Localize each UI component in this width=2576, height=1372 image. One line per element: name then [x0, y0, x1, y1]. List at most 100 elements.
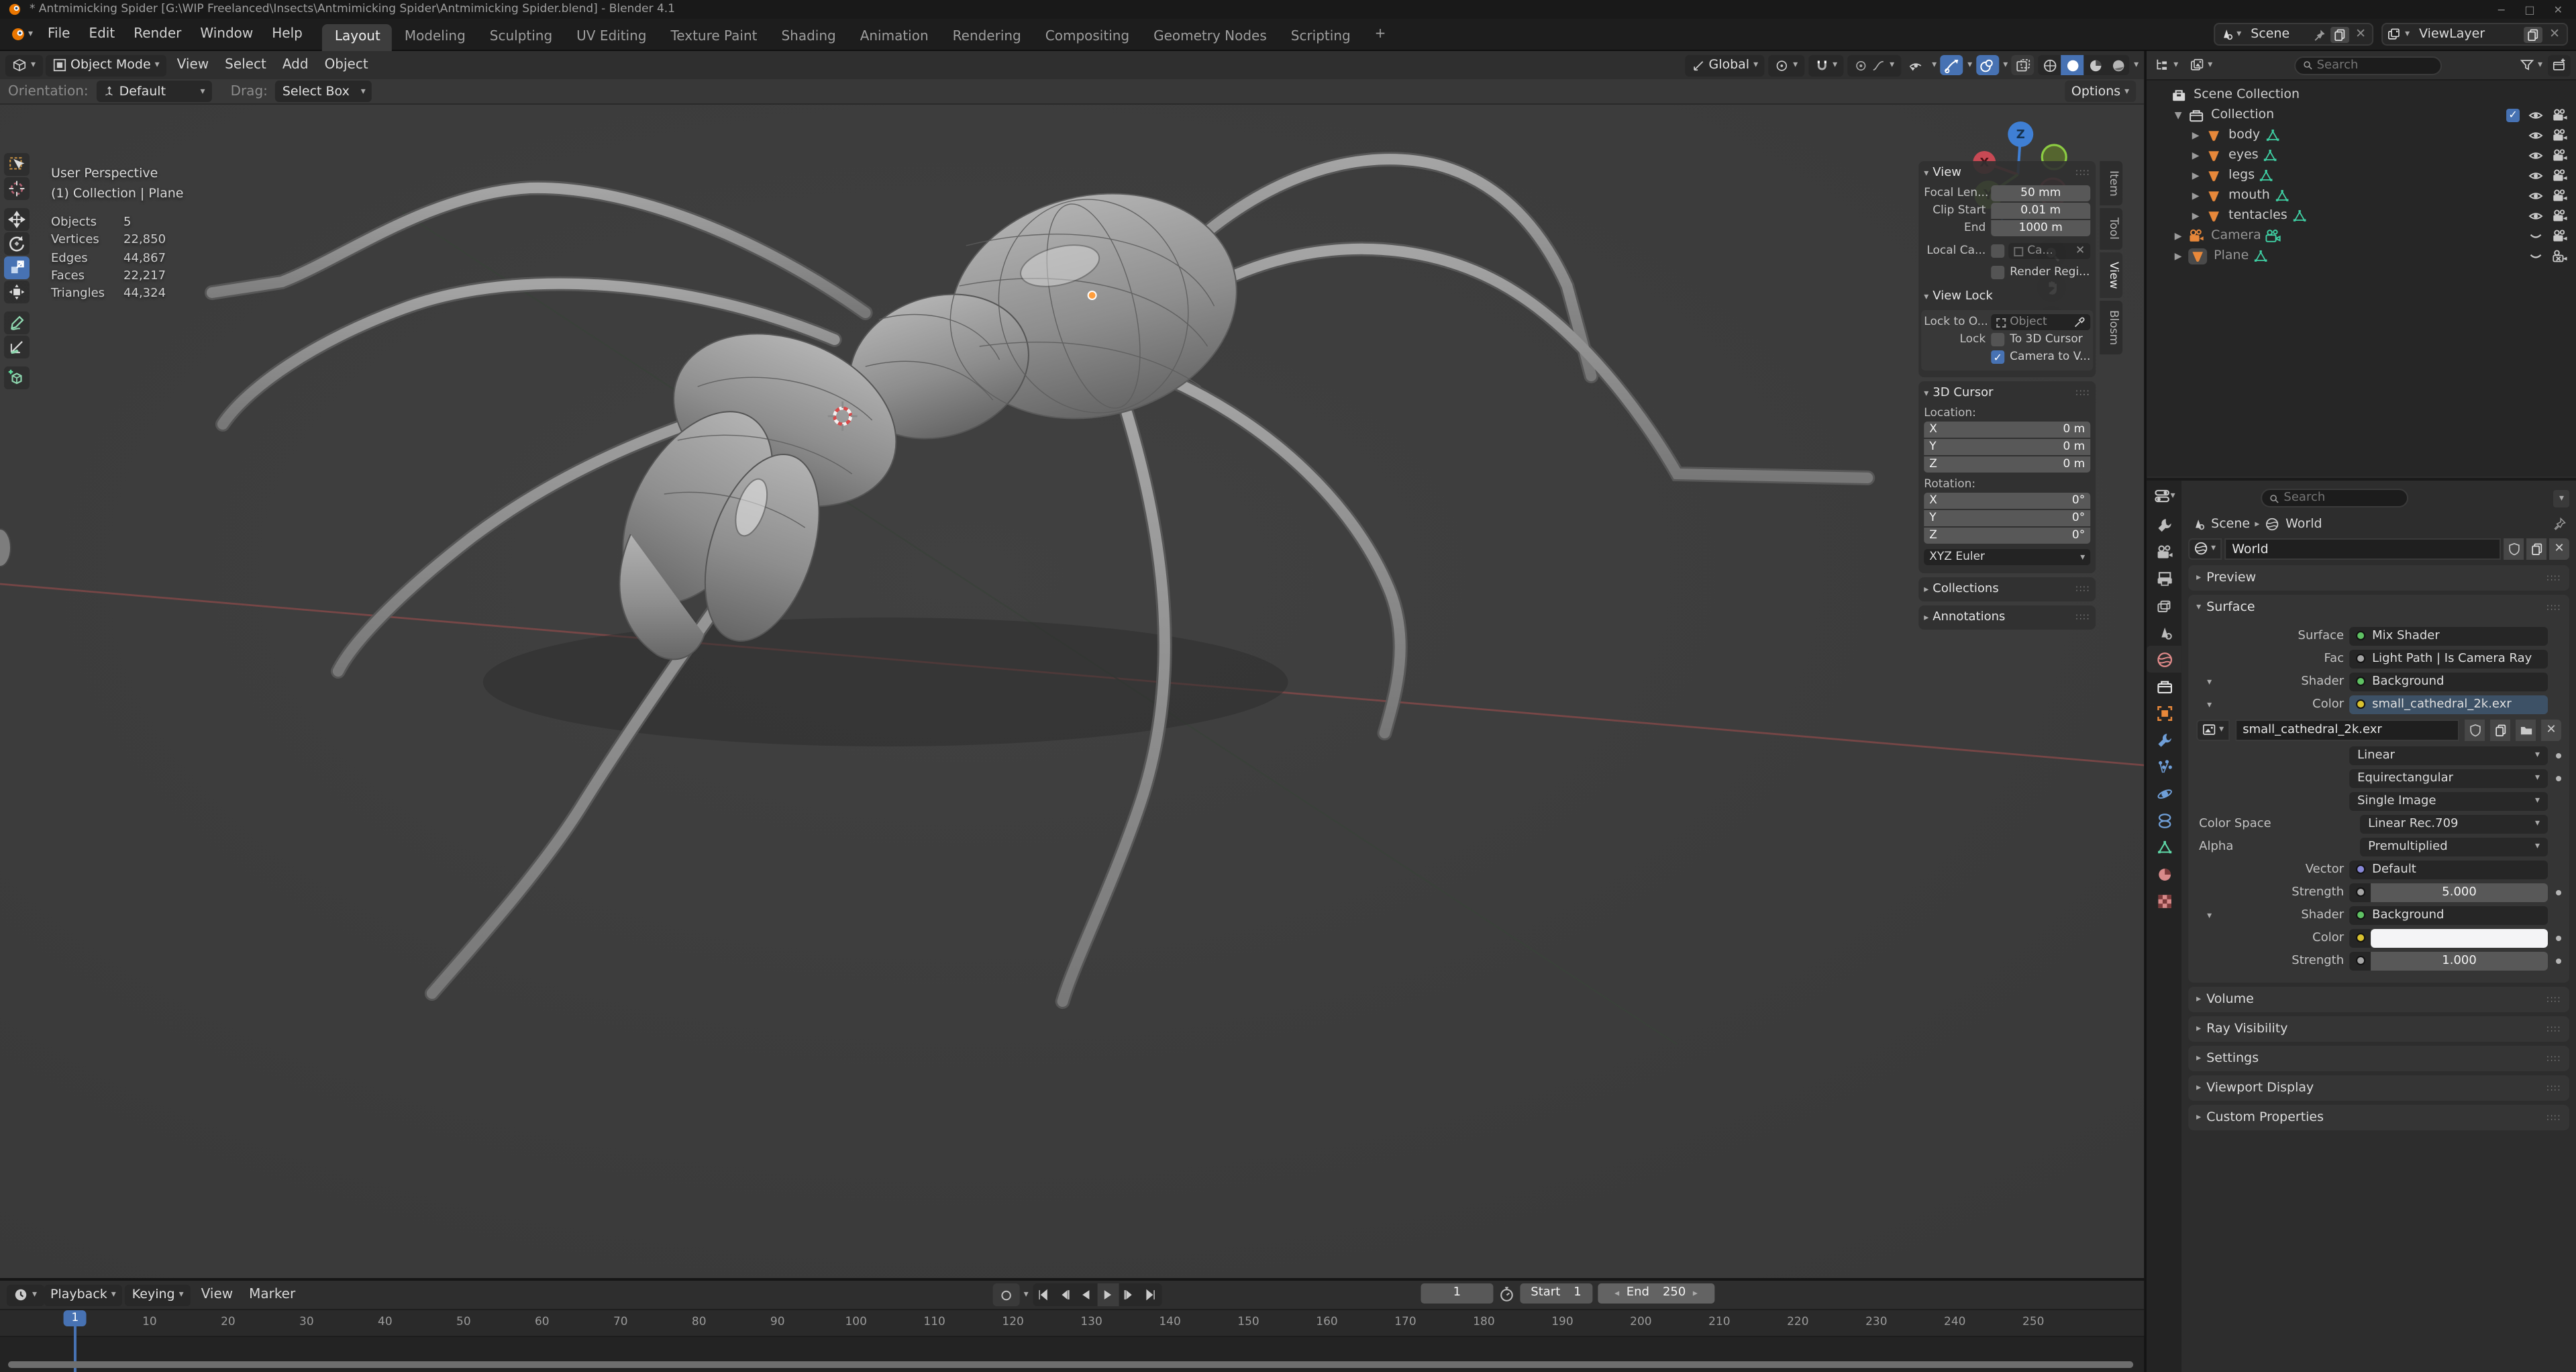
workspace-tab-animation[interactable]: Animation	[848, 23, 941, 50]
cursor-rotation-x-field[interactable]: X0°	[1924, 493, 2090, 509]
properties-tab-physics[interactable]	[2147, 780, 2181, 807]
render-visibility-icon[interactable]	[2552, 187, 2568, 203]
render-visibility-icon[interactable]	[2552, 167, 2568, 183]
properties-editor-type[interactable]: ▾	[2147, 483, 2181, 507]
render-visibility-icon[interactable]	[2552, 107, 2568, 123]
options-dropdown[interactable]: Options▾	[2065, 81, 2136, 102]
scene-name[interactable]: Scene	[2245, 27, 2308, 42]
properties-tab-modifiers[interactable]	[2147, 726, 2181, 753]
workspace-tab-rendering[interactable]: Rendering	[941, 23, 1033, 50]
new-scene-button[interactable]	[2330, 26, 2349, 42]
properties-tab-collection[interactable]	[2147, 673, 2181, 699]
properties-tab-tool[interactable]	[2147, 511, 2181, 538]
expander-icon[interactable]: ▶	[2189, 170, 2202, 181]
current-frame-field[interactable]: 1	[1421, 1283, 1493, 1304]
fac-node-field[interactable]: Light Path | Is Camera Ray	[2349, 649, 2548, 668]
workspace-tab-compositing[interactable]: Compositing	[1033, 23, 1141, 50]
outliner-row-scene-collection[interactable]: Scene Collection	[2149, 85, 2573, 105]
annotations-header[interactable]: ▸Annotations∷∷	[1924, 611, 2090, 624]
cursor-location-z-field[interactable]: Z0 m	[1924, 456, 2090, 473]
mesh-icon[interactable]	[2206, 147, 2222, 163]
workspace-tab-sculpting[interactable]: Sculpting	[478, 23, 564, 50]
tool-annotate[interactable]	[4, 311, 30, 334]
properties-tab-output[interactable]	[2147, 565, 2181, 592]
animate-dot[interactable]	[2556, 889, 2561, 895]
clip-end-field[interactable]: 1000 m	[1991, 220, 2090, 236]
image-fake-user-button[interactable]	[2465, 719, 2485, 740]
mesh-icon[interactable]	[2206, 187, 2222, 203]
pin-icon[interactable]	[2312, 28, 2326, 41]
viewport-menu-add[interactable]: Add	[274, 55, 317, 75]
render-visibility-icon[interactable]	[2552, 228, 2568, 244]
scene-collection-icon[interactable]	[2171, 87, 2187, 103]
tool-rotate[interactable]	[4, 232, 30, 255]
outliner-item-label[interactable]: eyes	[2228, 148, 2259, 162]
outliner-row-tentacles[interactable]: ▶tentacles	[2149, 205, 2573, 226]
close-button[interactable]: ✕	[2554, 3, 2563, 15]
current-frame-badge[interactable]: 1	[64, 1310, 87, 1326]
outliner-item-label[interactable]: legs	[2228, 168, 2255, 183]
auto-keying-toggle[interactable]	[993, 1283, 1020, 1306]
timeline-menu-marker[interactable]: Marker	[241, 1285, 303, 1305]
mesh-icon[interactable]	[2188, 248, 2207, 264]
strength-slider-field[interactable]: 1.000	[2349, 951, 2548, 970]
frame-start-field[interactable]: Start1	[1520, 1283, 1592, 1304]
menu-help[interactable]: Help	[262, 23, 312, 46]
workspace-tab-layout[interactable]: Layout	[323, 23, 393, 50]
remove-viewlayer-button[interactable]: ✕	[2546, 27, 2563, 42]
mesh-icon[interactable]	[2206, 167, 2222, 183]
mode-selector[interactable]: Object Mode▾	[45, 54, 166, 76]
timeline-scrollbar[interactable]	[8, 1361, 2133, 1368]
tool-add-cube[interactable]	[4, 366, 30, 389]
color-node-field[interactable]: small_cathedral_2k.exr	[2349, 695, 2548, 714]
panel-header-ray-visibility[interactable]: ▸Ray Visibility∷∷	[2188, 1016, 2569, 1042]
animate-dot[interactable]	[2556, 935, 2561, 940]
workspace-tab-modeling[interactable]: Modeling	[393, 23, 478, 50]
clip-start-field[interactable]: 0.01 m	[1991, 203, 2090, 219]
preview-panel-header[interactable]: ▸Preview∷∷	[2188, 565, 2569, 591]
properties-tab-material[interactable]	[2147, 861, 2181, 887]
viewport-menu-object[interactable]: Object	[317, 55, 376, 75]
image-copy-button[interactable]	[2490, 719, 2510, 740]
properties-tab-constraints[interactable]	[2147, 807, 2181, 834]
lock-to-3d-cursor-checkbox[interactable]	[1991, 333, 2004, 346]
animate-dot[interactable]	[2556, 958, 2561, 963]
menu-window[interactable]: Window	[191, 23, 262, 46]
outliner-row-body[interactable]: ▶body	[2149, 125, 2573, 145]
properties-tab-scene[interactable]	[2147, 619, 2181, 646]
camera-object-icon[interactable]	[2188, 228, 2204, 244]
render-visibility-icon[interactable]	[2552, 147, 2568, 163]
tool-select-box[interactable]	[4, 153, 30, 176]
properties-tab-data[interactable]	[2147, 834, 2181, 861]
render-region-checkbox[interactable]	[1991, 266, 2004, 279]
outliner-editor-type[interactable]: ▾	[2152, 54, 2181, 76]
local-camera-field[interactable]: Ca...✕	[2008, 243, 2090, 259]
breadcrumb-world[interactable]: World	[2285, 516, 2322, 531]
properties-options-dropdown[interactable]: ▾	[2554, 489, 2569, 507]
collection-checkbox[interactable]: ✓	[2506, 108, 2520, 121]
pin-id-icon[interactable]	[2553, 517, 2567, 530]
shading-solid[interactable]	[2061, 55, 2084, 75]
world-type-selector[interactable]: ▾	[2188, 538, 2221, 559]
tool-transform[interactable]	[4, 281, 30, 303]
drag-mode-dropdown[interactable]: Select Box▾	[276, 81, 372, 102]
viewlayer-name[interactable]: ViewLayer	[2414, 27, 2520, 42]
single-image-dropdown[interactable]: Single Image▾	[2349, 791, 2548, 810]
mesh-icon[interactable]	[2206, 127, 2222, 143]
animate-dot[interactable]	[2556, 752, 2561, 758]
properties-tab-object[interactable]	[2147, 699, 2181, 726]
outliner-row-mouth[interactable]: ▶mouth	[2149, 185, 2573, 205]
menu-file[interactable]: File	[38, 23, 79, 46]
strength-slider-field[interactable]: 5.000	[2349, 883, 2548, 901]
cursor-rotation-z-field[interactable]: Z0°	[1924, 528, 2090, 544]
copy-datablock-button[interactable]	[2526, 538, 2546, 559]
new-collection-button[interactable]	[2548, 54, 2571, 76]
npanel-tab-blosm[interactable]: Blosm	[2100, 301, 2122, 354]
use-preview-range-toggle[interactable]	[1498, 1285, 1514, 1302]
render-visibility-icon[interactable]	[2552, 207, 2568, 224]
next-keyframe-button[interactable]	[1119, 1283, 1140, 1306]
expander-icon[interactable]: ▶	[2189, 190, 2202, 201]
panel-header-settings[interactable]: ▸Settings∷∷	[2188, 1046, 2569, 1071]
tool-move[interactable]	[4, 208, 30, 231]
maximize-button[interactable]: □	[2525, 3, 2535, 15]
